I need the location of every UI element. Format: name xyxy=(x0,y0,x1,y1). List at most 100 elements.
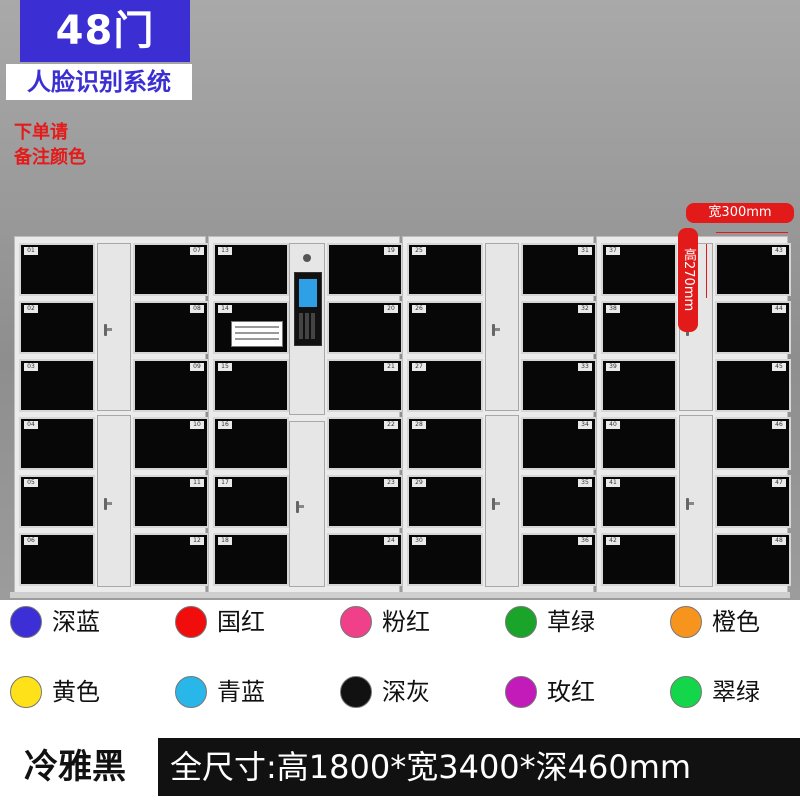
locker-door-tall[interactable] xyxy=(485,243,519,411)
terminal-screen[interactable] xyxy=(294,272,322,346)
locker-number: 11 xyxy=(190,479,204,487)
locker-door[interactable]: 01 xyxy=(19,243,95,296)
locker-number: 32 xyxy=(578,305,592,313)
locker-number: 28 xyxy=(412,421,426,429)
locker-door[interactable]: 08 xyxy=(133,301,209,354)
locker-door[interactable]: 48 xyxy=(715,533,791,586)
locker-number: 40 xyxy=(606,421,620,429)
locker-door[interactable]: 11 xyxy=(133,475,209,528)
face-recognition-terminal[interactable] xyxy=(289,243,325,415)
cabinet-base xyxy=(10,592,790,598)
color-option[interactable]: 玫红 xyxy=(495,672,645,712)
locker-door[interactable]: 05 xyxy=(19,475,95,528)
locker-door[interactable]: 37 xyxy=(601,243,677,296)
locker-door[interactable]: 07 xyxy=(133,243,209,296)
locker-number: 03 xyxy=(24,363,38,371)
locker-number: 07 xyxy=(190,247,204,255)
locker-door[interactable]: 20 xyxy=(327,301,403,354)
locker-door-tall[interactable] xyxy=(97,243,131,411)
camera-icon xyxy=(303,254,311,262)
locker-door[interactable]: 15 xyxy=(213,359,289,412)
color-name: 玫红 xyxy=(547,678,595,706)
locker-door[interactable]: 45 xyxy=(715,359,791,412)
locker-door[interactable]: 22 xyxy=(327,417,403,470)
locker-door[interactable]: 23 xyxy=(327,475,403,528)
order-note-line1: 下单请 xyxy=(14,122,68,143)
locker-door[interactable]: 43 xyxy=(715,243,791,296)
locker-column: 43 44 45 46 47 48 xyxy=(715,243,791,587)
door-count-badge: 48门 xyxy=(20,0,190,62)
locker-door[interactable]: 21 xyxy=(327,359,403,412)
color-swatch xyxy=(175,606,207,638)
locker-door[interactable]: 28 xyxy=(407,417,483,470)
locker-number: 23 xyxy=(384,479,398,487)
locker-door[interactable]: 44 xyxy=(715,301,791,354)
locker-door[interactable]: 47 xyxy=(715,475,791,528)
locker-door[interactable]: 30 xyxy=(407,533,483,586)
locker-door[interactable]: 35 xyxy=(521,475,597,528)
locker-door[interactable]: 31 xyxy=(521,243,597,296)
color-option[interactable]: 深蓝 xyxy=(0,602,150,642)
locker-door[interactable]: 38 xyxy=(601,301,677,354)
door-handle-icon xyxy=(296,500,304,513)
color-option[interactable]: 深灰 xyxy=(330,672,480,712)
color-option[interactable]: 粉红 xyxy=(330,602,480,642)
locker-number: 42 xyxy=(606,537,620,545)
locker-door[interactable]: 13 xyxy=(213,243,289,296)
locker-door[interactable]: 12 xyxy=(133,533,209,586)
locker-number: 39 xyxy=(606,363,620,371)
locker-number: 10 xyxy=(190,421,204,429)
locker-door[interactable]: 24 xyxy=(327,533,403,586)
locker-door-tall[interactable] xyxy=(97,415,131,587)
locker-door[interactable]: 41 xyxy=(601,475,677,528)
locker-door-tall[interactable] xyxy=(485,415,519,587)
locker-door[interactable]: 16 xyxy=(213,417,289,470)
locker-door[interactable]: 02 xyxy=(19,301,95,354)
locker-number: 04 xyxy=(24,421,38,429)
locker-number: 27 xyxy=(412,363,426,371)
locker-door[interactable]: 33 xyxy=(521,359,597,412)
locker-door-tall[interactable] xyxy=(679,415,713,587)
locker-number: 22 xyxy=(384,421,398,429)
door-handle-icon xyxy=(686,497,694,510)
locker-door[interactable]: 46 xyxy=(715,417,791,470)
locker-door[interactable]: 04 xyxy=(19,417,95,470)
color-name: 深灰 xyxy=(382,678,430,706)
locker-door[interactable]: 29 xyxy=(407,475,483,528)
locker-door[interactable]: 19 xyxy=(327,243,403,296)
locker-door[interactable]: 36 xyxy=(521,533,597,586)
color-option[interactable]: 黄色 xyxy=(0,672,150,712)
locker-door[interactable]: 03 xyxy=(19,359,95,412)
locker-door[interactable]: 42 xyxy=(601,533,677,586)
locker-number: 20 xyxy=(384,305,398,313)
locker-door[interactable]: 39 xyxy=(601,359,677,412)
locker-column: 19 20 21 22 23 24 xyxy=(327,243,403,587)
locker-number: 33 xyxy=(578,363,592,371)
color-option[interactable]: 草绿 xyxy=(495,602,645,642)
locker-door[interactable]: 26 xyxy=(407,301,483,354)
locker-number: 17 xyxy=(218,479,232,487)
color-name: 橙色 xyxy=(712,608,760,636)
locker-door-tall[interactable] xyxy=(289,421,325,587)
color-option[interactable]: 国红 xyxy=(165,602,315,642)
locker-door[interactable]: 09 xyxy=(133,359,209,412)
color-option[interactable]: 翠绿 xyxy=(660,672,800,712)
color-option[interactable]: 青蓝 xyxy=(165,672,315,712)
locker-door[interactable]: 40 xyxy=(601,417,677,470)
locker-door[interactable]: 18 xyxy=(213,533,289,586)
locker-door[interactable]: 25 xyxy=(407,243,483,296)
locker-door[interactable]: 17 xyxy=(213,475,289,528)
locker-door[interactable]: 27 xyxy=(407,359,483,412)
color-option[interactable]: 橙色 xyxy=(660,602,800,642)
locker-number: 13 xyxy=(218,247,232,255)
locker-door[interactable]: 32 xyxy=(521,301,597,354)
locker-cabinet: 13 14 15 16 17 18 19 20 21 22 23 24 xyxy=(208,236,403,594)
keypad[interactable] xyxy=(299,313,317,339)
locker-door[interactable]: 06 xyxy=(19,533,95,586)
locker-door[interactable]: 34 xyxy=(521,417,597,470)
locker-number: 35 xyxy=(578,479,592,487)
locker-column: 13 14 15 16 17 18 xyxy=(213,243,289,587)
locker-number: 31 xyxy=(578,247,592,255)
locker-number: 36 xyxy=(578,537,592,545)
locker-door[interactable]: 10 xyxy=(133,417,209,470)
